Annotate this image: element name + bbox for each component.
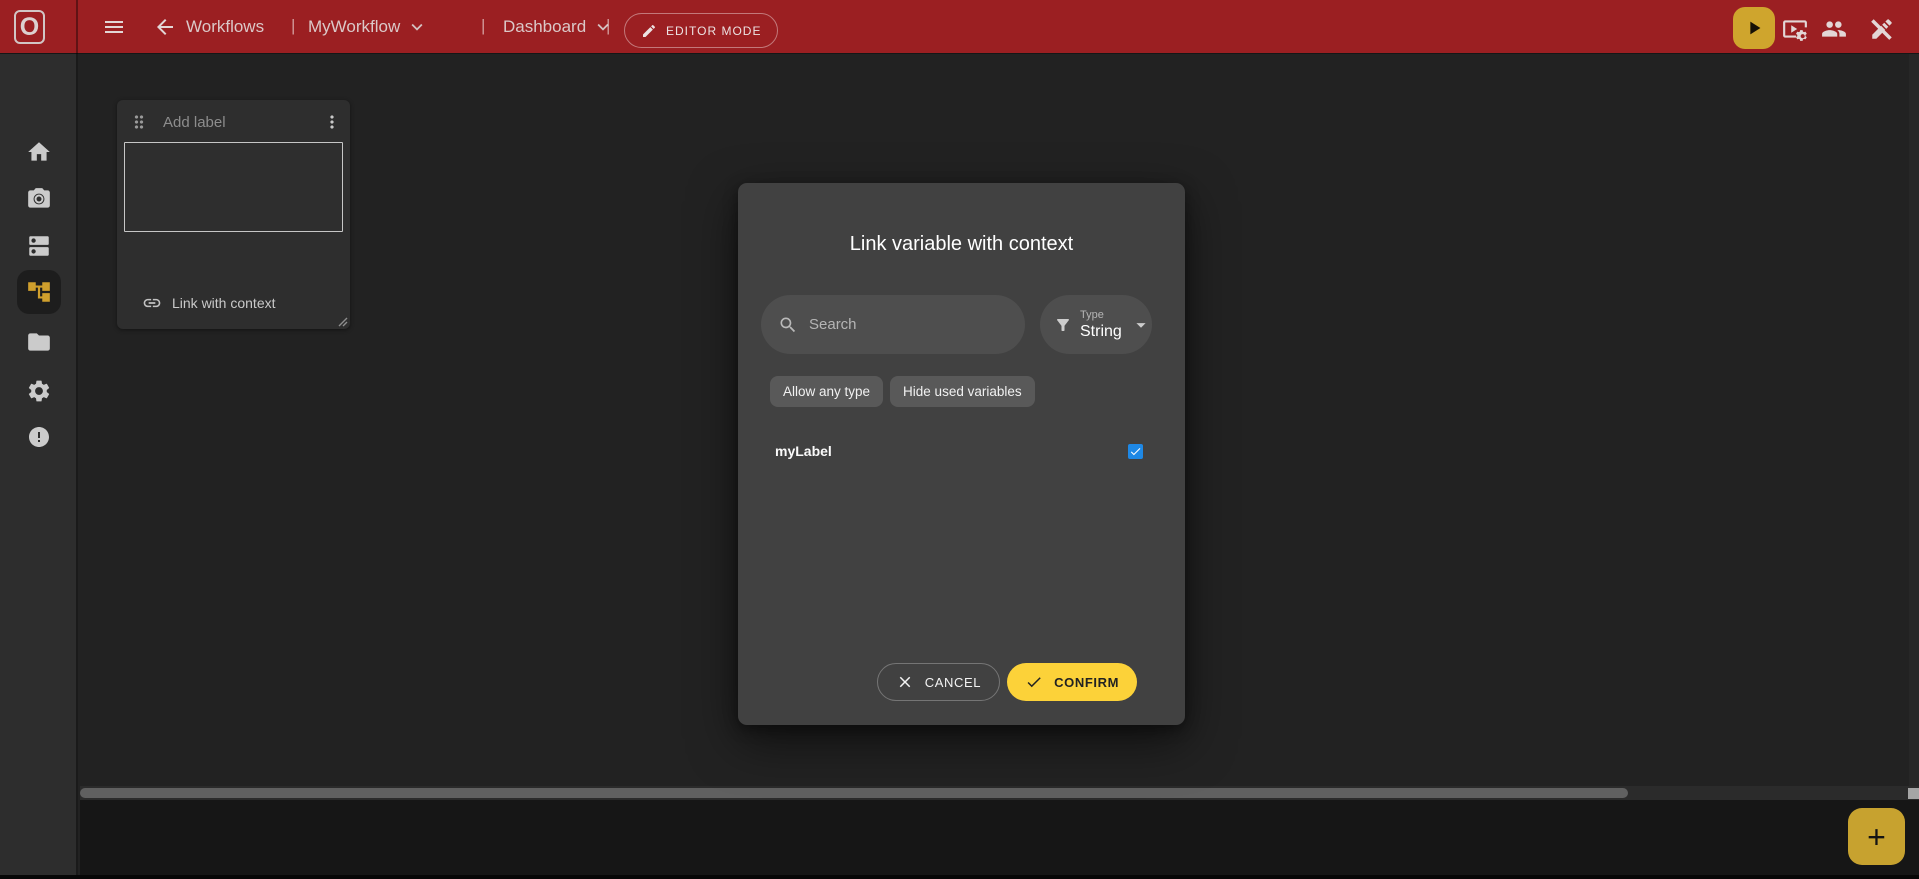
nav-separator: | xyxy=(291,16,296,35)
cancel-button[interactable]: CANCEL xyxy=(876,663,1001,701)
nav-separator: | xyxy=(481,16,486,35)
nav-separator: | xyxy=(606,16,611,35)
chevron-down-icon xyxy=(406,16,428,38)
sidebar xyxy=(0,54,78,875)
workflow-tree-icon xyxy=(26,279,52,305)
search-field xyxy=(761,295,1025,354)
topbar-divider xyxy=(76,0,78,54)
variable-name: myLabel xyxy=(775,443,832,459)
widget-header: Add label xyxy=(117,100,350,132)
cancel-label: CANCEL xyxy=(924,674,982,690)
menu-icon[interactable] xyxy=(102,15,126,39)
variable-list-item: myLabel xyxy=(775,440,1143,462)
dialog-actions: CANCEL CONFIRM xyxy=(876,663,1137,701)
exit-editor-icon xyxy=(1869,16,1893,42)
bottom-strip xyxy=(0,875,1919,879)
horizontal-scrollbar xyxy=(80,786,1919,800)
sidebar-item-camera[interactable] xyxy=(0,186,78,212)
check-icon xyxy=(1025,673,1043,691)
variable-checkbox[interactable] xyxy=(1128,443,1143,459)
add-widget-fab[interactable]: + xyxy=(1848,808,1905,865)
type-filter-select[interactable]: Type String xyxy=(1040,295,1152,354)
bottom-panel xyxy=(80,800,1919,875)
video-settings-icon xyxy=(1782,16,1807,42)
link-variable-dialog: Link variable with context Type String A… xyxy=(738,183,1185,725)
chip-allow-any-type[interactable]: Allow any type xyxy=(770,376,884,407)
confirm-label: CONFIRM xyxy=(1054,674,1119,690)
chevron-down-icon xyxy=(592,16,614,38)
sidebar-item-files[interactable] xyxy=(0,329,78,355)
widget-text-area[interactable] xyxy=(124,142,343,232)
pencil-icon xyxy=(641,23,657,39)
workflow-selector[interactable]: MyWorkflow xyxy=(308,0,428,54)
sidebar-item-errors[interactable] xyxy=(0,425,78,451)
link-with-context-button[interactable]: Link with context xyxy=(142,293,276,313)
horizontal-scrollbar-thumb[interactable] xyxy=(80,788,1628,798)
filter-chips: Allow any type Hide used variables xyxy=(770,376,1035,407)
app-root: O Workflows | MyWorkflow | Dashboard | E… xyxy=(0,0,1919,879)
users-button[interactable] xyxy=(1821,16,1846,42)
type-filter-label: Type xyxy=(1080,308,1104,321)
dropdown-caret-icon xyxy=(1130,314,1152,336)
settings-icon xyxy=(26,378,52,404)
sidebar-item-home[interactable] xyxy=(0,139,78,165)
sidebar-item-settings[interactable] xyxy=(0,378,78,404)
chip-hide-used-variables[interactable]: Hide used variables xyxy=(890,376,1035,407)
breadcrumb-workflows[interactable]: Workflows xyxy=(186,0,264,54)
widget-label-placeholder[interactable]: Add label xyxy=(163,114,322,131)
back-button[interactable] xyxy=(153,15,177,39)
search-input[interactable] xyxy=(809,316,999,333)
resize-handle-icon[interactable] xyxy=(336,315,348,327)
dialog-title: Link variable with context xyxy=(849,233,1074,255)
label-widget-card: Add label Link with context xyxy=(117,100,350,329)
view-name: Dashboard xyxy=(503,17,587,36)
home-icon xyxy=(26,139,52,165)
type-filter-value: String xyxy=(1080,322,1122,340)
editor-mode-label: EDITOR MODE xyxy=(666,23,762,38)
confirm-button[interactable]: CONFIRM xyxy=(1007,663,1137,701)
folder-icon xyxy=(26,329,52,355)
error-icon xyxy=(27,425,51,451)
users-icon xyxy=(1821,16,1846,42)
close-icon xyxy=(896,673,914,691)
vertical-scrollbar xyxy=(1909,54,1919,786)
type-filter-text: Type String xyxy=(1080,309,1122,341)
sidebar-item-widgets[interactable] xyxy=(0,233,78,259)
link-icon xyxy=(142,293,162,313)
view-selector[interactable]: Dashboard xyxy=(503,0,614,54)
kebab-menu-icon[interactable] xyxy=(322,112,342,132)
topbar: O Workflows | MyWorkflow | Dashboard | E… xyxy=(0,0,1919,54)
drag-handle-icon[interactable] xyxy=(129,112,149,132)
video-settings-button[interactable] xyxy=(1782,16,1807,42)
exit-editor-button[interactable] xyxy=(1869,16,1893,40)
editor-mode-button[interactable]: EDITOR MODE xyxy=(624,13,779,48)
play-icon xyxy=(1743,17,1765,39)
workflow-name: MyWorkflow xyxy=(308,17,401,36)
scrollbar-corner xyxy=(1908,788,1919,799)
logo-letter: O xyxy=(19,12,40,41)
run-workflow-button[interactable] xyxy=(1733,7,1775,49)
camera-icon xyxy=(26,186,52,212)
sidebar-item-workflow-editor[interactable] xyxy=(17,270,61,314)
app-logo: O xyxy=(14,10,45,44)
link-with-context-label: Link with context xyxy=(172,295,276,311)
filter-icon xyxy=(1054,316,1072,334)
widgets-icon xyxy=(26,233,52,259)
search-icon xyxy=(778,315,798,335)
